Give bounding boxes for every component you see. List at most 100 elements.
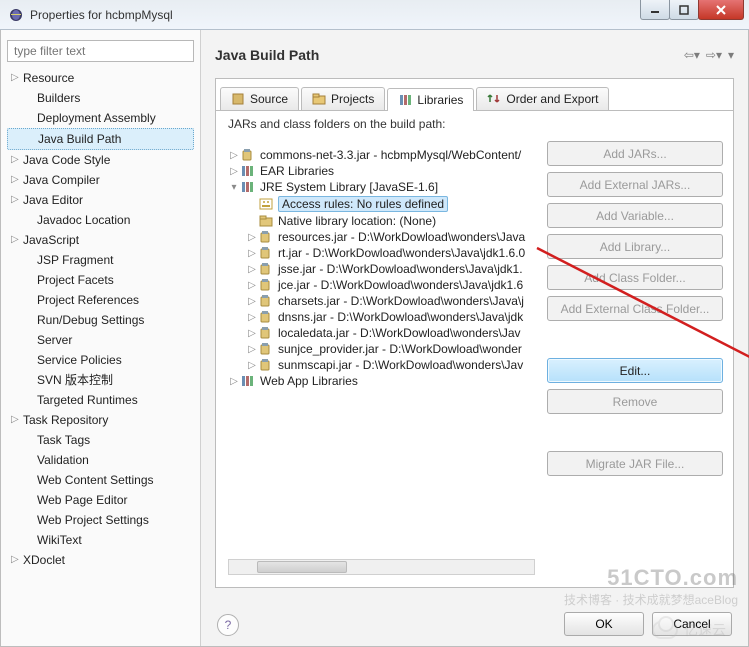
- close-button[interactable]: [698, 0, 744, 20]
- tab-projects[interactable]: Projects: [301, 87, 385, 110]
- chevron-right-icon: ▷: [246, 328, 258, 339]
- category-sidebar: ▷ResourceBuildersDeployment AssemblyJava…: [1, 30, 201, 646]
- tab-order-and-export[interactable]: Order and Export: [476, 87, 609, 110]
- access-icon: [258, 197, 274, 211]
- nav-item-label: Resource: [23, 70, 74, 86]
- tree-node[interactable]: ▷rt.jar - D:\WorkDowload\wonders\Java\jd…: [226, 245, 537, 261]
- add-variable-button[interactable]: Add Variable...: [547, 203, 723, 228]
- back-icon[interactable]: ⇦▾: [684, 48, 700, 62]
- jar-icon: [258, 246, 274, 260]
- buildpath-tree[interactable]: ▷commons-net-3.3.jar - hcbmpMysql/WebCon…: [226, 147, 537, 389]
- nav-item[interactable]: Javadoc Location: [7, 210, 194, 230]
- remove-button[interactable]: Remove: [547, 389, 723, 414]
- nav-item[interactable]: Web Content Settings: [7, 470, 194, 490]
- minimize-button[interactable]: [640, 0, 670, 20]
- add-class-folder-button[interactable]: Add Class Folder...: [547, 265, 723, 290]
- jar-icon: [258, 278, 274, 292]
- tree-node[interactable]: ▷EAR Libraries: [226, 163, 537, 179]
- tree-node[interactable]: Access rules: No rules defined: [226, 195, 537, 213]
- nav-item[interactable]: Web Page Editor: [7, 490, 194, 510]
- tab-label: Order and Export: [506, 92, 598, 106]
- tree-node[interactable]: ▷jsse.jar - D:\WorkDowload\wonders\Java\…: [226, 261, 537, 277]
- nav-item-label: JSP Fragment: [37, 252, 113, 268]
- category-tree[interactable]: ▷ResourceBuildersDeployment AssemblyJava…: [7, 68, 194, 570]
- nav-item[interactable]: Java Build Path: [7, 128, 194, 150]
- ok-button[interactable]: OK: [564, 612, 644, 636]
- tree-node-label: EAR Libraries: [260, 164, 334, 178]
- chevron-right-icon: ▷: [11, 232, 23, 248]
- lib-icon: [240, 180, 256, 194]
- nav-item[interactable]: Targeted Runtimes: [7, 390, 194, 410]
- tab-bar: Source Projects Libraries Order and Export: [216, 85, 733, 111]
- maximize-button[interactable]: [669, 0, 699, 20]
- nav-item[interactable]: Service Policies: [7, 350, 194, 370]
- tab-source[interactable]: Source: [220, 87, 299, 110]
- add-jars-button[interactable]: Add JARs...: [547, 141, 723, 166]
- nav-item[interactable]: Project Facets: [7, 270, 194, 290]
- jar-icon: [258, 294, 274, 308]
- nav-item[interactable]: Builders: [7, 88, 194, 108]
- forward-icon[interactable]: ⇨▾: [706, 48, 722, 62]
- projects-icon: [312, 92, 326, 106]
- tree-node[interactable]: ▷Web App Libraries: [226, 373, 537, 389]
- window-titlebar: Properties for hcbmpMysql: [0, 0, 749, 30]
- nav-item[interactable]: ▷Java Editor: [7, 190, 194, 210]
- menu-icon[interactable]: ▾: [728, 48, 734, 62]
- chevron-right-icon: ▷: [246, 296, 258, 307]
- nav-item-label: Targeted Runtimes: [37, 392, 138, 408]
- tab-label: Source: [250, 92, 288, 106]
- nav-item[interactable]: ▷XDoclet: [7, 550, 194, 570]
- jar-icon: [258, 358, 274, 372]
- tree-node[interactable]: ▷sunjce_provider.jar - D:\WorkDowload\wo…: [226, 341, 537, 357]
- tree-node[interactable]: ▷resources.jar - D:\WorkDowload\wonders\…: [226, 229, 537, 245]
- jar-icon: [258, 326, 274, 340]
- nav-item[interactable]: ▷Java Compiler: [7, 170, 194, 190]
- nav-item[interactable]: Task Tags: [7, 430, 194, 450]
- nav-item[interactable]: ▷Task Repository: [7, 410, 194, 430]
- nav-item[interactable]: ▷Java Code Style: [7, 150, 194, 170]
- add-library-button[interactable]: Add Library...: [547, 234, 723, 259]
- cancel-button[interactable]: Cancel: [652, 612, 732, 636]
- tab-libraries[interactable]: Libraries: [387, 88, 474, 111]
- migrate-jar-button[interactable]: Migrate JAR File...: [547, 451, 723, 476]
- add-external-jars-button[interactable]: Add External JARs...: [547, 172, 723, 197]
- edit-button[interactable]: Edit...: [547, 358, 723, 383]
- nav-item-label: Web Project Settings: [37, 512, 149, 528]
- nav-item-label: Service Policies: [37, 352, 122, 368]
- tree-node[interactable]: ▷localedata.jar - D:\WorkDowload\wonders…: [226, 325, 537, 341]
- nav-item[interactable]: WikiText: [7, 530, 194, 550]
- help-button[interactable]: ?: [217, 614, 239, 636]
- nav-item[interactable]: JSP Fragment: [7, 250, 194, 270]
- nav-item-label: Project Facets: [37, 272, 114, 288]
- tree-node[interactable]: ▷dnsns.jar - D:\WorkDowload\wonders\Java…: [226, 309, 537, 325]
- tree-node-label: jce.jar - D:\WorkDowload\wonders\Java\jd…: [278, 278, 523, 292]
- tab-label: Libraries: [417, 93, 463, 107]
- horizontal-scrollbar[interactable]: [228, 559, 535, 575]
- tree-node[interactable]: Native library location: (None): [226, 213, 537, 229]
- tree-node-label: rt.jar - D:\WorkDowload\wonders\Java\jdk…: [278, 246, 525, 260]
- tree-node[interactable]: ▷jce.jar - D:\WorkDowload\wonders\Java\j…: [226, 277, 537, 293]
- filter-input[interactable]: [7, 40, 194, 62]
- nav-item-label: Run/Debug Settings: [37, 312, 144, 328]
- nav-item[interactable]: Run/Debug Settings: [7, 310, 194, 330]
- nav-item[interactable]: Project References: [7, 290, 194, 310]
- tree-node-label: resources.jar - D:\WorkDowload\wonders\J…: [278, 230, 525, 244]
- nav-item-label: Javadoc Location: [37, 212, 130, 228]
- tree-node[interactable]: ▾JRE System Library [JavaSE-1.6]: [226, 179, 537, 195]
- nav-item[interactable]: Deployment Assembly: [7, 108, 194, 128]
- tree-node[interactable]: ▷sunmscapi.jar - D:\WorkDowload\wonders\…: [226, 357, 537, 373]
- nav-item[interactable]: SVN 版本控制: [7, 370, 194, 390]
- nav-item[interactable]: Server: [7, 330, 194, 350]
- tree-node[interactable]: ▷charsets.jar - D:\WorkDowload\wonders\J…: [226, 293, 537, 309]
- nav-item[interactable]: Validation: [7, 450, 194, 470]
- nav-item[interactable]: ▷Resource: [7, 68, 194, 88]
- section-description: JARs and class folders on the build path…: [228, 117, 445, 131]
- jar-icon: [258, 310, 274, 324]
- nav-item[interactable]: Web Project Settings: [7, 510, 194, 530]
- jar-icon: [258, 230, 274, 244]
- add-external-class-folder-button[interactable]: Add External Class Folder...: [547, 296, 723, 321]
- scrollbar-thumb[interactable]: [257, 561, 347, 573]
- nav-item[interactable]: ▷JavaScript: [7, 230, 194, 250]
- tree-node-label: Access rules: No rules defined: [278, 196, 448, 212]
- tree-node[interactable]: ▷commons-net-3.3.jar - hcbmpMysql/WebCon…: [226, 147, 537, 163]
